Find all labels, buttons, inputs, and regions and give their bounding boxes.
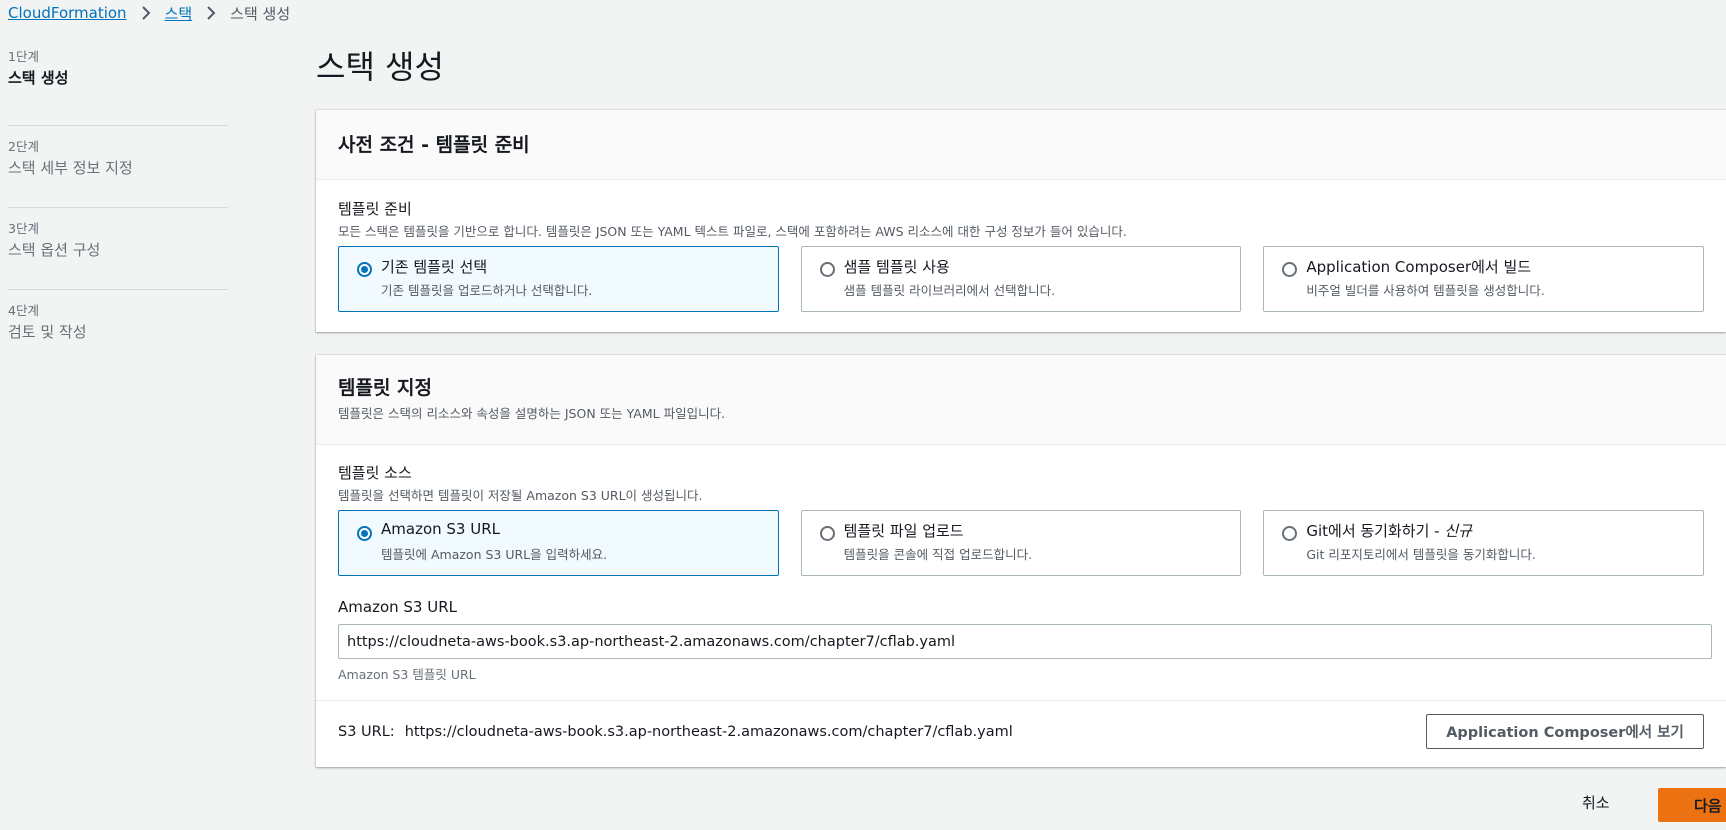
option-existing-template[interactable]: 기존 템플릿 선택 기존 템플릿을 업로드하거나 선택합니다. [338, 246, 779, 312]
panel-body: 템플릿 소스 템플릿을 선택하면 템플릿이 저장될 Amazon S3 URL이… [316, 445, 1726, 762]
radio-unselected-icon[interactable] [1282, 262, 1298, 277]
radio-selected-icon[interactable] [357, 262, 372, 277]
option-sync-from-git[interactable]: Git에서 동기화하기 - 신규 Git 리포지토리에서 템플릿을 동기화합니다… [1263, 510, 1705, 576]
step-number: 1단계 [8, 49, 39, 64]
option-application-composer[interactable]: Application Composer에서 빌드 비주얼 빌더를 사용하여 템… [1263, 246, 1705, 312]
s3-url-hint: Amazon S3 템플릿 URL [338, 667, 476, 682]
panel-title: 사전 조건 - 템플릿 준비 [338, 134, 530, 156]
wizard-step-3: 3단계 스택 옵션 구성 [8, 208, 228, 290]
step-number: 3단계 [8, 221, 39, 236]
radio-selected-icon[interactable] [357, 526, 372, 541]
step-number: 2단계 [8, 139, 39, 154]
panel-header: 템플릿 지정 템플릿은 스택의 리소스와 속성을 설명하는 JSON 또는 YA… [316, 355, 1726, 445]
breadcrumb-current: 스택 생성 [230, 4, 291, 23]
prerequisite-panel: 사전 조건 - 템플릿 준비 템플릿 준비 모든 스택은 템플릿을 기반으로 합… [316, 110, 1726, 332]
option-sample-template[interactable]: 샘플 템플릿 사용 샘플 템플릿 라이브러리에서 선택합니다. [800, 246, 1242, 312]
s3-url-summary: S3 URL: https://cloudneta-aws-book.s3.ap-… [338, 724, 1013, 740]
option-upload-template-file[interactable]: 템플릿 파일 업로드 템플릿을 콘솔에 직접 업로드합니다. [800, 510, 1242, 576]
option-title: 기존 템플릿 선택 [381, 258, 488, 276]
step-title: 스택 생성 [8, 69, 69, 87]
option-title: 샘플 템플릿 사용 [843, 258, 950, 276]
step-number: 4단계 [8, 303, 39, 318]
option-description: 템플릿에 Amazon S3 URL을 입력하세요. [381, 547, 608, 562]
chevron-right-icon [136, 3, 156, 23]
radio-unselected-icon[interactable] [819, 526, 835, 541]
wizard-actions: 취소 다음 [0, 788, 1726, 824]
new-badge: 신규 [1444, 522, 1472, 540]
option-title: Amazon S3 URL [381, 520, 500, 538]
cancel-button[interactable]: 취소 [1582, 792, 1610, 813]
field-label: 템플릿 소스 [338, 464, 412, 482]
panel-title: 템플릿 지정 [338, 377, 433, 399]
option-title: Git에서 동기화하기 - 신규 [1306, 520, 1472, 541]
option-description: Git 리포지토리에서 템플릿을 동기화합니다. [1306, 547, 1536, 562]
panel-description: 템플릿은 스택의 리소스와 속성을 설명하는 JSON 또는 YAML 파일입니… [338, 406, 726, 421]
field-label: 템플릿 준비 [338, 200, 412, 218]
step-title: 스택 옵션 구성 [8, 241, 101, 259]
specify-template-panel: 템플릿 지정 템플릿은 스택의 리소스와 속성을 설명하는 JSON 또는 YA… [316, 355, 1726, 767]
panel-header: 사전 조건 - 템플릿 준비 [316, 110, 1726, 180]
template-source-options: Amazon S3 URL 템플릿에 Amazon S3 URL을 입력하세요.… [338, 510, 1705, 576]
option-title: Application Composer에서 빌드 [1306, 258, 1532, 276]
s3-url-input[interactable] [338, 624, 1712, 659]
view-in-application-composer-button[interactable]: Application Composer에서 보기 [1426, 714, 1704, 749]
s3-url-summary-label: S3 URL: [338, 723, 395, 740]
field-description: 템플릿을 선택하면 템플릿이 저장될 Amazon S3 URL이 생성됩니다. [338, 488, 703, 503]
wizard-steps: 1단계 스택 생성 2단계 스택 세부 정보 지정 3단계 스택 옵션 구성 4… [8, 44, 228, 372]
radio-unselected-icon[interactable] [819, 262, 835, 277]
option-title: 템플릿 파일 업로드 [843, 522, 964, 540]
step-title: 검토 및 작성 [8, 323, 87, 341]
panel-body: 템플릿 준비 모든 스택은 템플릿을 기반으로 합니다. 템플릿은 JSON 또… [316, 180, 1726, 312]
s3-url-summary-value: https://cloudneta-aws-book.s3.ap-northea… [404, 723, 1013, 740]
s3-url-label: Amazon S3 URL [338, 598, 457, 616]
next-button[interactable]: 다음 [1658, 788, 1726, 822]
breadcrumb-stacks-link[interactable]: 스택 [165, 3, 193, 24]
wizard-step-4: 4단계 검토 및 작성 [8, 290, 228, 372]
page-title: 스택 생성 [316, 48, 444, 86]
wizard-step-2: 2단계 스택 세부 정보 지정 [8, 126, 228, 208]
chevron-right-icon [201, 3, 221, 23]
step-title: 스택 세부 정보 지정 [8, 159, 133, 177]
radio-unselected-icon[interactable] [1282, 526, 1298, 541]
breadcrumb-cloudformation-link[interactable]: CloudFormation [8, 4, 127, 22]
option-description: 샘플 템플릿 라이브러리에서 선택합니다. [843, 283, 1056, 298]
option-title-text: Git에서 동기화하기 - [1306, 522, 1445, 540]
option-amazon-s3-url[interactable]: Amazon S3 URL 템플릿에 Amazon S3 URL을 입력하세요. [338, 510, 779, 576]
option-description: 비주얼 빌더를 사용하여 템플릿을 생성합니다. [1306, 283, 1545, 298]
option-description: 기존 템플릿을 업로드하거나 선택합니다. [381, 283, 593, 298]
s3-url-summary-row: S3 URL: https://cloudneta-aws-book.s3.ap-… [316, 700, 1726, 762]
wizard-step-1: 1단계 스택 생성 [8, 44, 228, 126]
field-description: 모든 스택은 템플릿을 기반으로 합니다. 템플릿은 JSON 또는 YAML … [338, 224, 1127, 239]
option-description: 템플릿을 콘솔에 직접 업로드합니다. [843, 547, 1033, 562]
prepare-template-options: 기존 템플릿 선택 기존 템플릿을 업로드하거나 선택합니다. 샘플 템플릿 사… [338, 246, 1705, 312]
breadcrumb: CloudFormation 스택 스택 생성 [8, 2, 290, 24]
